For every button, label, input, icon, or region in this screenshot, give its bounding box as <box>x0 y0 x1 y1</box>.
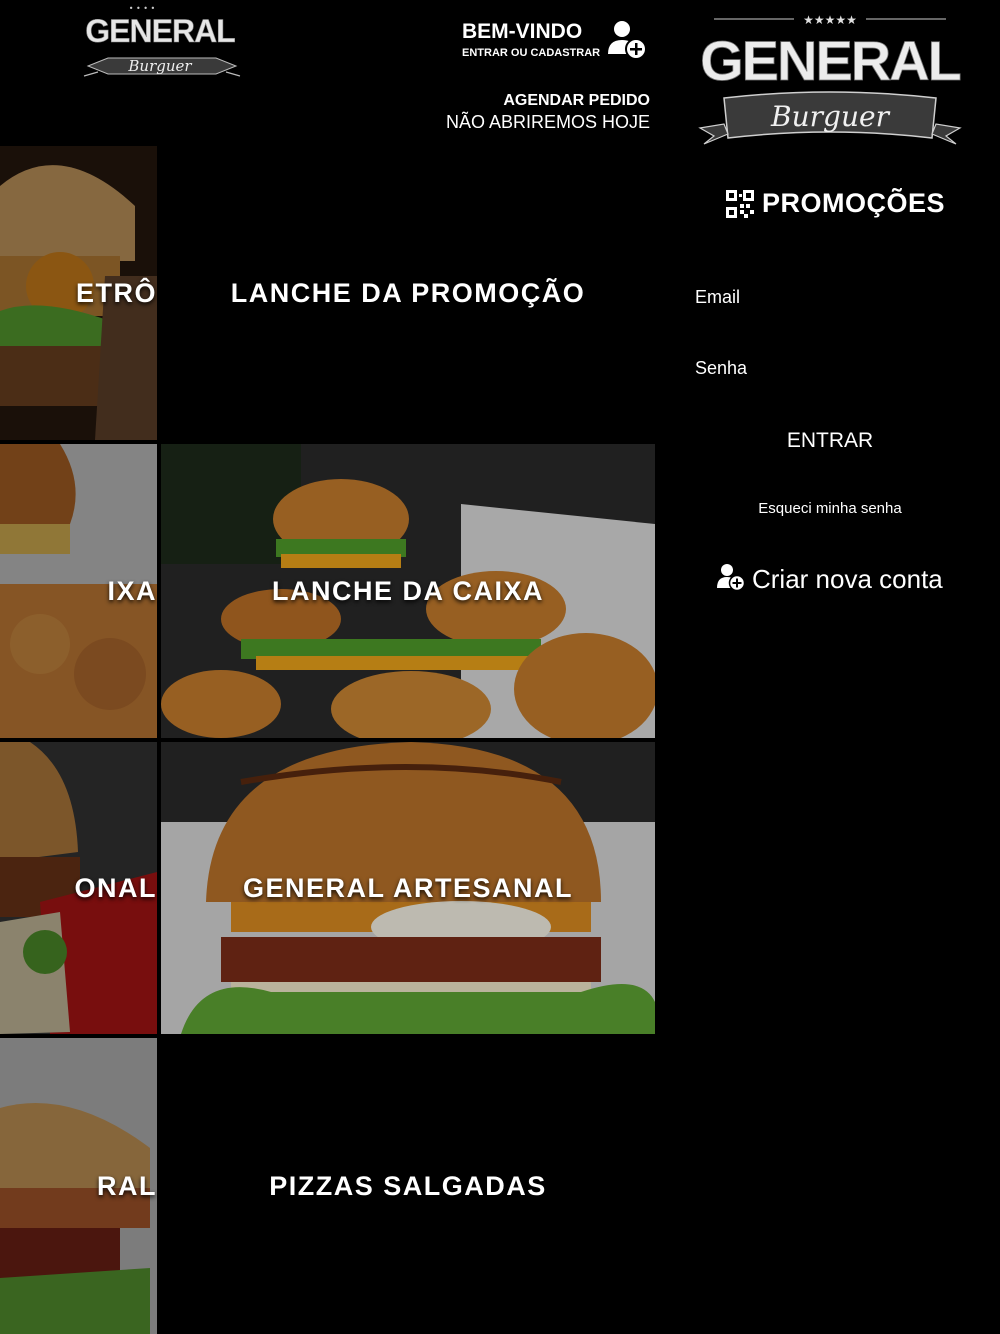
user-add-icon[interactable] <box>605 18 649 62</box>
promotions-link[interactable]: PROMOÇÕES <box>726 188 945 219</box>
svg-text:• • • •: • • • • <box>129 4 156 13</box>
create-account-label: Criar nova conta <box>752 564 943 594</box>
category-tile-caixa[interactable]: IXA <box>0 444 157 738</box>
create-account-link[interactable]: Criar nova conta <box>716 562 943 597</box>
svg-text:★★★★★: ★★★★★ <box>803 13 857 27</box>
schedule-order-link[interactable]: AGENDAR PEDIDO <box>446 92 650 110</box>
category-label-lanche-promocao: LANCHE DA PROMOÇÃO <box>230 277 586 308</box>
category-tile-retro[interactable]: ETRÔ <box>0 146 157 440</box>
svg-text:GENERAL: GENERAL <box>700 29 961 92</box>
user-add-icon <box>716 562 746 597</box>
svg-text:Burguer: Burguer <box>770 100 891 133</box>
general-burguer-logo: ★★★★★ GENERAL Burguer <box>698 13 963 145</box>
store-status-text: NÃO ABRIREMOS HOJE <box>445 112 650 132</box>
login-register-link[interactable]: ENTRAR OU CADASTRAR <box>462 47 600 59</box>
category-tile-general-artesanal[interactable]: GENERAL ARTESANAL <box>161 742 655 1034</box>
category-label-lanche-caixa: LANCHE DA CAIXA <box>272 575 544 606</box>
category-tile-lanche-promocao[interactable]: LANCHE DA PROMOÇÃO <box>161 146 655 440</box>
category-label-retro: ETRÔ <box>75 277 157 308</box>
category-label-caixa: IXA <box>107 575 157 606</box>
category-tile-geral[interactable]: RAL <box>0 1038 157 1334</box>
welcome-block[interactable]: BEM-VINDO ENTRAR OU CADASTRAR <box>462 20 600 59</box>
email-label: Email <box>695 287 741 307</box>
forgot-password-link[interactable]: Esqueci minha senha <box>695 500 965 517</box>
category-label-pizzas-salgadas: PIZZAS SALGADAS <box>269 1170 547 1201</box>
password-field[interactable] <box>695 383 965 413</box>
category-tile-pizzas-salgadas[interactable]: PIZZAS SALGADAS <box>161 1038 655 1334</box>
welcome-title: BEM-VINDO <box>462 20 583 43</box>
email-field[interactable] <box>695 312 965 342</box>
category-label-general-artesanal: GENERAL ARTESANAL <box>242 872 573 903</box>
svg-text:GENERAL: GENERAL <box>85 13 235 49</box>
general-burguer-logo: • • • • GENERAL Burguer <box>83 4 241 77</box>
header-logo[interactable]: • • • • GENERAL Burguer <box>80 2 244 86</box>
sidebar-logo: ★★★★★ GENERAL Burguer <box>694 6 966 156</box>
login-button[interactable]: ENTRAR <box>695 423 965 459</box>
category-label-geral: RAL <box>97 1170 157 1201</box>
qr-code-icon <box>726 189 754 218</box>
schedule-block: AGENDAR PEDIDO NÃO ABRIREMOS HOJE <box>446 92 650 133</box>
promotions-label: PROMOÇÕES <box>762 188 946 218</box>
category-tile-lanche-caixa[interactable]: LANCHE DA CAIXA <box>161 444 655 738</box>
password-label: Senha <box>695 358 748 378</box>
category-tile-tradicional[interactable]: ONAL <box>0 742 157 1034</box>
category-label-tradicional: ONAL <box>74 872 157 903</box>
svg-text:Burguer: Burguer <box>127 57 192 75</box>
